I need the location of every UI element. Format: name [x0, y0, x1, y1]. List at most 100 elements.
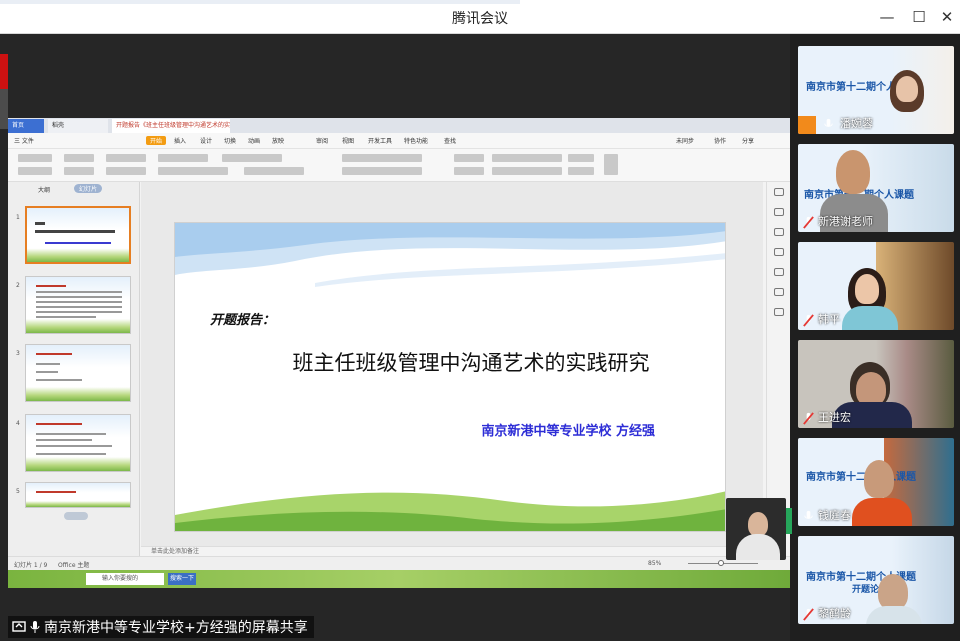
ribbon-reset[interactable] [106, 154, 146, 162]
muted-microphone-icon [803, 608, 814, 621]
ribbon-paste[interactable] [18, 154, 52, 162]
help-icon[interactable] [774, 308, 784, 316]
theme-name: Office 主题 [58, 562, 90, 569]
menu-design[interactable]: 设计 [200, 136, 212, 145]
ribbon-section[interactable] [106, 167, 146, 175]
maximize-button[interactable]: ☐ [906, 5, 932, 29]
menu-developer[interactable]: 开发工具 [368, 136, 392, 145]
add-slide-button[interactable] [64, 512, 88, 520]
outline-tab[interactable]: 大纲 [38, 185, 50, 194]
transition-icon[interactable] [774, 268, 784, 276]
thumb-number-5: 5 [16, 488, 20, 495]
tab-home[interactable]: 首页 [8, 119, 44, 133]
zoom-slider-knob[interactable] [718, 560, 724, 566]
tab-document[interactable]: 开题报告《班主任班级管理中沟通艺术的实践研究》 [112, 119, 230, 143]
ribbon-replace[interactable] [568, 167, 594, 175]
presenter-body [736, 534, 780, 560]
participant-name: 潘婉蓉 [840, 117, 873, 130]
muted-microphone-icon [803, 314, 814, 327]
ribbon-textbox[interactable] [454, 154, 484, 162]
microphone-icon [30, 621, 40, 633]
menu-insert[interactable]: 插入 [174, 136, 186, 145]
notes-bar[interactable]: 单击此处添加备注 [141, 546, 763, 556]
taskbar-search-button[interactable]: 搜索一下 [168, 573, 196, 585]
participant-tile[interactable]: 南京市第十二期个人课题 钱庭春 [798, 438, 954, 526]
slides-tab[interactable]: 幻灯片 [74, 184, 103, 193]
thumbnail-slide-4[interactable] [25, 414, 131, 472]
ribbon-font-style[interactable] [158, 167, 228, 175]
tab-store[interactable]: 稻壳 [48, 119, 108, 133]
participant-name: 黎鹤龄 [818, 607, 851, 620]
participant-name: 王进宏 [818, 411, 851, 424]
menu-review[interactable]: 审阅 [316, 136, 328, 145]
wps-ribbon [8, 149, 790, 182]
desktop-taskbar: 输入你要搜的 搜索一下 [8, 570, 790, 588]
menu-view[interactable]: 视图 [342, 136, 354, 145]
shape-icon[interactable] [774, 228, 784, 236]
layout-icon[interactable] [774, 288, 784, 296]
participant-tile[interactable]: 韩平 [798, 242, 954, 330]
menu-transition[interactable]: 切换 [224, 136, 236, 145]
menu-start[interactable]: 开始 [146, 136, 167, 145]
slide-thumbnail-pane: 大纲 幻灯片 1 2 3 4 5 [8, 182, 140, 556]
participant-tile[interactable]: 南京市第十二期个人课题 新港谢老师 [798, 144, 954, 232]
ribbon-font-color[interactable] [244, 167, 304, 175]
menu-collaborate[interactable]: 协作 [714, 136, 726, 145]
participant-face [864, 460, 894, 498]
menu-features[interactable]: 特色功能 [404, 136, 428, 145]
participant-name: 新港谢老师 [818, 215, 873, 228]
participant-tile[interactable]: 南京市第十二期个人课题 开题论证会 黎鹤龄 [798, 536, 954, 624]
ribbon-font-size[interactable] [222, 154, 282, 162]
presenter-camera [726, 498, 786, 560]
thumb-number-4: 4 [16, 420, 20, 427]
participant-body [842, 306, 898, 330]
property-icon[interactable] [774, 188, 784, 196]
menu-slideshow[interactable]: 放映 [272, 136, 284, 145]
participant-name: 韩平 [818, 313, 840, 326]
poster-title: 南京市第十二期个人课题 [806, 472, 916, 483]
animation-icon[interactable] [774, 248, 784, 256]
screen-share-icon [12, 621, 26, 632]
participant-tile[interactable]: 王进宏 [798, 340, 954, 428]
participant-name: 钱庭春 [818, 509, 851, 522]
participant-tile[interactable]: 南京市第十二期个人课题 潘婉蓉 [798, 46, 954, 134]
thumbnail-slide-5[interactable] [25, 482, 131, 508]
ribbon-find[interactable] [568, 154, 594, 162]
menu-unsynced[interactable]: 未同步 [676, 136, 694, 145]
ribbon-shape[interactable] [454, 167, 484, 175]
ribbon-layout[interactable] [64, 167, 94, 175]
ribbon-select[interactable] [604, 154, 618, 175]
thumbnail-slide-3[interactable] [25, 344, 131, 402]
left-edge-dark [0, 89, 8, 129]
slide-editing-area: 开题报告： 班主任班级管理中沟通艺术的实践研究 南京新港中等专业学校 方经强 [141, 182, 763, 556]
screen-share-label: 南京新港中等专业学校+方经强的屏幕共享 [8, 616, 314, 638]
ribbon-paragraph[interactable] [342, 154, 422, 162]
ribbon-arrange[interactable] [492, 154, 562, 162]
window-title: 腾讯会议 [452, 11, 508, 27]
ribbon-outline[interactable] [492, 167, 562, 175]
thumbnail-slide-2[interactable] [25, 276, 131, 334]
thumbnail-slide-1[interactable] [25, 206, 131, 264]
menu-file[interactable]: 三 文件 [14, 136, 34, 145]
taskbar-search[interactable]: 输入你要搜的 [86, 573, 164, 585]
minimize-button[interactable]: — [874, 5, 900, 29]
slide-count: 幻灯片 1 / 9 [14, 562, 48, 569]
microphone-icon [804, 510, 813, 519]
slide-label: 开题报告： [210, 313, 276, 328]
wps-tab-bar: 首页 稻壳 开题报告《班主任班级管理中沟通艺术的实践研究》 [8, 118, 790, 143]
ribbon-new-slide[interactable] [64, 154, 94, 162]
participant-body [852, 498, 912, 526]
ribbon-align[interactable] [342, 167, 422, 175]
slide-title: 班主任班级管理中沟通艺术的实践研究 [292, 351, 650, 375]
zoom-level: 85% [648, 560, 662, 567]
text-icon[interactable] [774, 208, 784, 216]
ribbon-format-painter[interactable] [18, 167, 52, 175]
menu-share[interactable]: 分享 [742, 136, 754, 145]
menu-search[interactable]: 查找 [444, 136, 456, 145]
close-button[interactable]: ✕ [934, 5, 960, 29]
wps-presentation-window: 首页 稻壳 开题报告《班主任班级管理中沟通艺术的实践研究》 三 文件 开始 插入… [8, 118, 792, 588]
screen-share-text: 南京新港中等专业学校+方经强的屏幕共享 [44, 620, 308, 636]
wps-menu-bar: 三 文件 开始 插入 设计 切换 动画 放映 审阅 视图 开发工具 特色功能 查… [8, 133, 790, 149]
menu-animation[interactable]: 动画 [248, 136, 260, 145]
ribbon-font-name[interactable] [158, 154, 208, 162]
